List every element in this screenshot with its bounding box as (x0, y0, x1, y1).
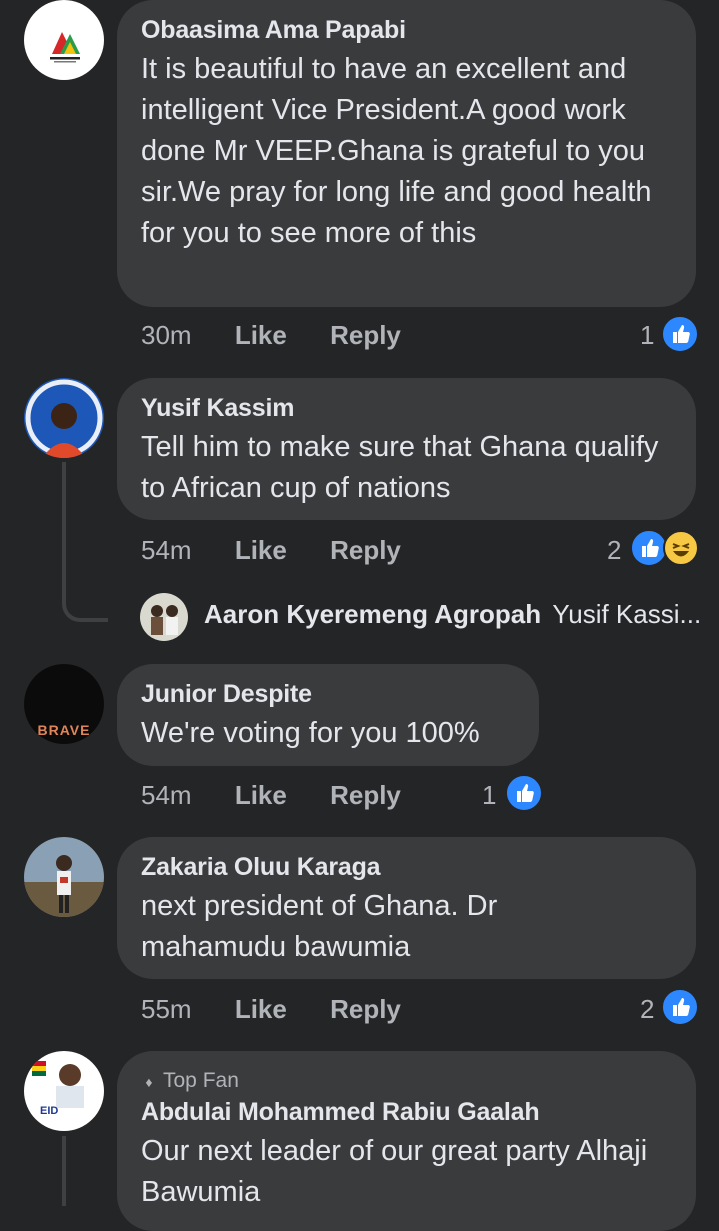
reply-preview[interactable]: Aaron Kyeremeng Agropah Yusif Kassi... (204, 599, 701, 630)
comment-text: We're voting for you 100% (141, 717, 480, 749)
reply-avatar[interactable] (140, 593, 188, 641)
haha-reaction-icon[interactable] (663, 530, 699, 566)
reaction-count[interactable]: 1 (482, 780, 496, 811)
comment-author[interactable]: Zakaria Oluu Karaga (141, 851, 672, 884)
avatar[interactable]: BRAVE (24, 664, 104, 744)
like-reaction-icon[interactable] (661, 988, 699, 1026)
comment-text: Our next leader of our great party Alhaj… (141, 1135, 648, 1208)
comment-bubble[interactable]: Zakaria Oluu Karaga next president of Gh… (117, 837, 696, 979)
reaction-count[interactable]: 2 (640, 994, 654, 1025)
comment-text: It is beautiful to have an excellent and… (141, 53, 652, 249)
comment-time[interactable]: 54m (141, 535, 192, 565)
top-fan-diamond-icon: ♦ (145, 1074, 153, 1090)
avatar[interactable]: EID (24, 1051, 104, 1131)
agenda-logo-icon (50, 32, 80, 63)
reply-button[interactable]: Reply (330, 320, 401, 350)
comment-bubble[interactable]: ♦ Top Fan Abdulai Mohammed Rabiu Gaalah O… (117, 1051, 696, 1231)
like-button[interactable]: Like (235, 535, 287, 565)
reply-author[interactable]: Aaron Kyeremeng Agropah (204, 599, 541, 629)
reply-snippet: Yusif Kassi... (552, 599, 702, 629)
thread-line-curve (62, 596, 108, 622)
avatar[interactable] (24, 0, 104, 80)
avatar[interactable] (24, 378, 104, 458)
top-fan-label: Top Fan (163, 1069, 239, 1092)
like-button[interactable]: Like (235, 994, 287, 1024)
avatar[interactable] (24, 837, 104, 917)
comment-author[interactable]: Junior Despite (141, 678, 515, 711)
thread-line (62, 462, 66, 600)
profile-photo-icon (24, 855, 104, 917)
comment-bubble[interactable]: Obaasima Ama Papabi It is beautiful to h… (117, 0, 696, 307)
comment-author[interactable]: Abdulai Mohammed Rabiu Gaalah (141, 1096, 672, 1129)
profile-photo-icon (32, 1061, 84, 1108)
comment-author[interactable]: Yusif Kassim (141, 392, 672, 425)
like-button[interactable]: Like (235, 780, 287, 810)
thread-line (62, 1136, 66, 1206)
reply-button[interactable]: Reply (330, 535, 401, 565)
reaction-count[interactable]: 2 (607, 535, 621, 566)
comment-time[interactable]: 55m (141, 994, 192, 1024)
comment-time[interactable]: 54m (141, 780, 192, 810)
like-button[interactable]: Like (235, 320, 287, 350)
profile-photo-icon (25, 379, 103, 458)
comment-bubble[interactable]: Junior Despite We're voting for you 100% (117, 664, 539, 766)
reaction-count[interactable]: 1 (640, 320, 654, 351)
eid-label: EID (40, 1105, 59, 1117)
reply-button[interactable]: Reply (330, 994, 401, 1024)
comment-bubble[interactable]: Yusif Kassim Tell him to make sure that … (117, 378, 696, 520)
brave-logo: BRAVE (37, 722, 91, 738)
comment-author[interactable]: Obaasima Ama Papabi (141, 14, 672, 47)
comment-text: Tell him to make sure that Ghana qualify… (141, 431, 659, 504)
like-reaction-icon[interactable] (505, 774, 543, 812)
profile-photo-icon (151, 605, 178, 635)
top-fan-badge[interactable]: ♦ Top Fan (141, 1069, 672, 1094)
comment-time[interactable]: 30m (141, 320, 192, 350)
like-reaction-icon[interactable] (661, 315, 699, 353)
reply-button[interactable]: Reply (330, 780, 401, 810)
comment-text: next president of Ghana. Dr mahamudu baw… (141, 890, 498, 963)
